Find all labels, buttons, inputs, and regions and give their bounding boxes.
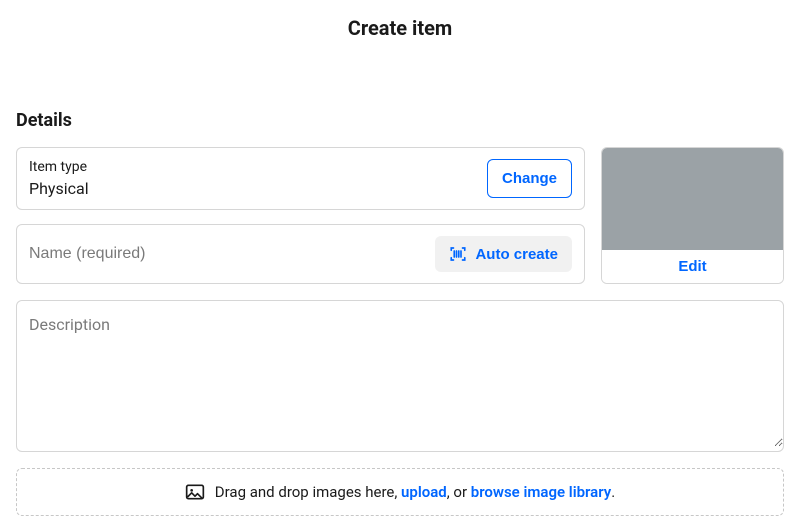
item-type-value: Physical <box>29 179 89 198</box>
image-preview-placeholder[interactable] <box>602 148 783 250</box>
name-card: Auto create <box>16 224 585 284</box>
auto-create-button[interactable]: Auto create <box>435 236 572 272</box>
name-input[interactable] <box>29 245 435 263</box>
change-button[interactable]: Change <box>487 159 572 198</box>
image-card: Edit <box>601 147 784 284</box>
description-card <box>16 300 784 452</box>
auto-create-label: Auto create <box>475 246 558 263</box>
image-edit-button[interactable]: Edit <box>602 250 783 283</box>
upload-link[interactable]: upload <box>401 483 447 501</box>
description-input[interactable] <box>17 301 783 447</box>
page-title: Create item <box>16 16 784 40</box>
item-type-label: Item type <box>29 159 89 175</box>
image-icon <box>185 483 205 501</box>
dropzone-text: Drag and drop images here, upload, or br… <box>215 483 615 501</box>
image-dropzone[interactable]: Drag and drop images here, upload, or br… <box>16 468 784 516</box>
barcode-scan-icon <box>449 245 467 263</box>
item-type-card: Item type Physical Change <box>16 147 585 210</box>
section-details-title: Details <box>16 110 784 131</box>
browse-library-link[interactable]: browse image library <box>471 483 611 501</box>
